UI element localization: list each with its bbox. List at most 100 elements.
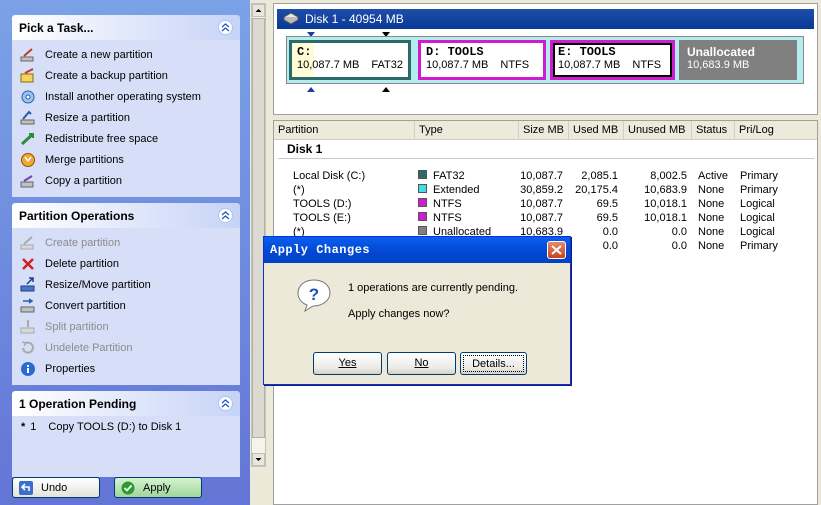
create-partition-icon bbox=[20, 47, 36, 63]
task-create-new-partition[interactable]: Create a new partition bbox=[12, 44, 240, 65]
op-create-partition: Create partition bbox=[12, 232, 240, 253]
cell-type: NTFS bbox=[433, 212, 462, 224]
partition-operations-header[interactable]: Partition Operations bbox=[12, 203, 240, 228]
table-row[interactable]: Local Disk (C:) FAT32 10,087.7 2,085.1 8… bbox=[274, 170, 817, 184]
dialog-title-bar[interactable]: Apply Changes bbox=[264, 237, 570, 263]
delete-icon bbox=[20, 256, 36, 272]
task-label: Resize a partition bbox=[45, 111, 130, 124]
details-label: Details... bbox=[463, 355, 524, 372]
cell-status: Active bbox=[698, 170, 728, 182]
merge-icon bbox=[20, 152, 36, 168]
cell-status: None bbox=[698, 226, 725, 238]
partition-bar: C: 10,087.7 MB FAT32 D: TOOLS 10,087.7 MB… bbox=[286, 36, 804, 84]
partition-name: D: TOOLS bbox=[426, 45, 484, 59]
task-merge-partitions[interactable]: Merge partitions bbox=[12, 149, 240, 170]
undo-button[interactable]: Undo bbox=[12, 477, 100, 498]
yes-label: Yes bbox=[338, 357, 357, 369]
type-swatch bbox=[418, 212, 427, 221]
cell-partition: (*) bbox=[293, 184, 305, 196]
cell-status: None bbox=[698, 212, 725, 224]
cell-type: Extended bbox=[433, 184, 480, 196]
table-row[interactable]: TOOLS (E:) NTFS 10,087.7 69.5 10,018.1 N… bbox=[274, 212, 817, 226]
list-header: Partition Type Size MB Used MB Unused MB… bbox=[274, 121, 817, 140]
table-row[interactable]: TOOLS (D:) NTFS 10,087.7 69.5 10,018.1 N… bbox=[274, 198, 817, 212]
cell-status: None bbox=[698, 240, 725, 252]
partition-name: Unallocated bbox=[687, 45, 756, 59]
column-header-status[interactable]: Status bbox=[692, 121, 735, 139]
no-button[interactable]: No bbox=[387, 352, 456, 375]
disk-title-bar[interactable]: Disk 1 - 40954 MB bbox=[277, 9, 814, 29]
details-button[interactable]: Details... bbox=[460, 352, 527, 375]
column-header-unused[interactable]: Unused MB bbox=[624, 121, 692, 139]
info-icon bbox=[20, 361, 36, 377]
undelete-icon bbox=[20, 340, 36, 356]
op-convert-partition[interactable]: Convert partition bbox=[12, 295, 240, 316]
task-create-backup-partition[interactable]: Create a backup partition bbox=[12, 65, 240, 86]
disk-group-label: Disk 1 bbox=[287, 142, 323, 156]
dialog-title: Apply Changes bbox=[270, 243, 371, 257]
cell-used: 2,085.1 bbox=[581, 170, 618, 182]
marker-up-icon bbox=[382, 87, 390, 92]
op-properties[interactable]: Properties bbox=[12, 358, 240, 379]
op-delete-partition[interactable]: Delete partition bbox=[12, 253, 240, 274]
partition-size: 10,087.7 MB bbox=[558, 59, 621, 71]
cell-partition: Local Disk (C:) bbox=[293, 170, 366, 182]
collapse-icon[interactable] bbox=[218, 20, 233, 35]
task-redistribute-free-space[interactable]: Redistribute free space bbox=[12, 128, 240, 149]
task-label: Create a new partition bbox=[45, 48, 153, 61]
task-copy-partition[interactable]: Copy a partition bbox=[12, 170, 240, 191]
op-label: Properties bbox=[45, 362, 96, 375]
apply-button[interactable]: Apply bbox=[114, 477, 202, 498]
op-label: Delete partition bbox=[45, 257, 119, 270]
cell-partition: TOOLS (E:) bbox=[293, 212, 351, 224]
copy-partition-icon bbox=[20, 173, 36, 189]
create-partition-icon bbox=[20, 235, 36, 251]
task-install-os[interactable]: Install another operating system bbox=[12, 86, 240, 107]
install-os-icon bbox=[20, 89, 36, 105]
cell-status: None bbox=[698, 198, 725, 210]
cell-size: 30,859.2 bbox=[520, 184, 563, 196]
pending-operation-item[interactable]: * 1 Copy TOOLS (D:) to Disk 1 bbox=[12, 416, 240, 477]
unallocated-block[interactable]: Unallocated 10,683.9 MB bbox=[679, 40, 797, 80]
task-pane-scrollbar[interactable] bbox=[251, 3, 266, 467]
task-label: Create a backup partition bbox=[45, 69, 168, 82]
dialog-message: 1 operations are currently pending. bbox=[348, 282, 518, 294]
cell-type: FAT32 bbox=[433, 170, 465, 182]
partition-e-block[interactable]: E: TOOLS 10,087.7 MB NTFS bbox=[550, 40, 675, 80]
task-resize-partition[interactable]: Resize a partition bbox=[12, 107, 240, 128]
divider bbox=[278, 158, 814, 159]
cell-prilog: Primary bbox=[740, 170, 778, 182]
collapse-icon[interactable] bbox=[218, 396, 233, 411]
cell-prilog: Logical bbox=[740, 212, 775, 224]
column-header-type[interactable]: Type bbox=[415, 121, 519, 139]
column-header-partition[interactable]: Partition bbox=[274, 121, 415, 139]
column-header-prilog[interactable]: Pri/Log bbox=[735, 121, 817, 139]
cell-size: 10,087.7 bbox=[520, 170, 563, 182]
resize-partition-icon bbox=[20, 110, 36, 126]
column-header-used[interactable]: Used MB bbox=[569, 121, 624, 139]
yes-button[interactable]: Yes bbox=[313, 352, 382, 375]
scroll-down-arrow[interactable] bbox=[252, 453, 265, 466]
panel-title: Partition Operations bbox=[19, 209, 135, 223]
partition-fs: NTFS bbox=[500, 59, 530, 71]
partition-size: 10,683.9 MB bbox=[687, 59, 750, 71]
collapse-icon[interactable] bbox=[218, 208, 233, 223]
scroll-up-arrow[interactable] bbox=[252, 4, 265, 17]
op-label: Convert partition bbox=[45, 299, 126, 312]
partition-name: E: TOOLS bbox=[558, 45, 616, 59]
close-button[interactable] bbox=[547, 241, 566, 259]
operation-pending-header[interactable]: 1 Operation Pending bbox=[12, 391, 240, 416]
op-resize-move-partition[interactable]: Resize/Move partition bbox=[12, 274, 240, 295]
partition-c-block[interactable]: C: 10,087.7 MB FAT32 bbox=[289, 40, 411, 80]
cell-unused: 10,018.1 bbox=[644, 212, 687, 224]
column-header-size[interactable]: Size MB bbox=[519, 121, 569, 139]
cell-partition: TOOLS (D:) bbox=[293, 198, 352, 210]
partition-d-block[interactable]: D: TOOLS 10,087.7 MB NTFS bbox=[418, 40, 546, 80]
cell-used: 20,175.4 bbox=[575, 184, 618, 196]
pick-a-task-header[interactable]: Pick a Task... bbox=[12, 15, 240, 40]
table-row[interactable]: (*) Extended 30,859.2 20,175.4 10,683.9 … bbox=[274, 184, 817, 198]
panel-title: Pick a Task... bbox=[19, 21, 94, 35]
pending-text: Copy TOOLS (D:) to Disk 1 bbox=[48, 421, 182, 433]
op-split-partition: Split partition bbox=[12, 316, 240, 337]
cell-size: 10,087.7 bbox=[520, 212, 563, 224]
